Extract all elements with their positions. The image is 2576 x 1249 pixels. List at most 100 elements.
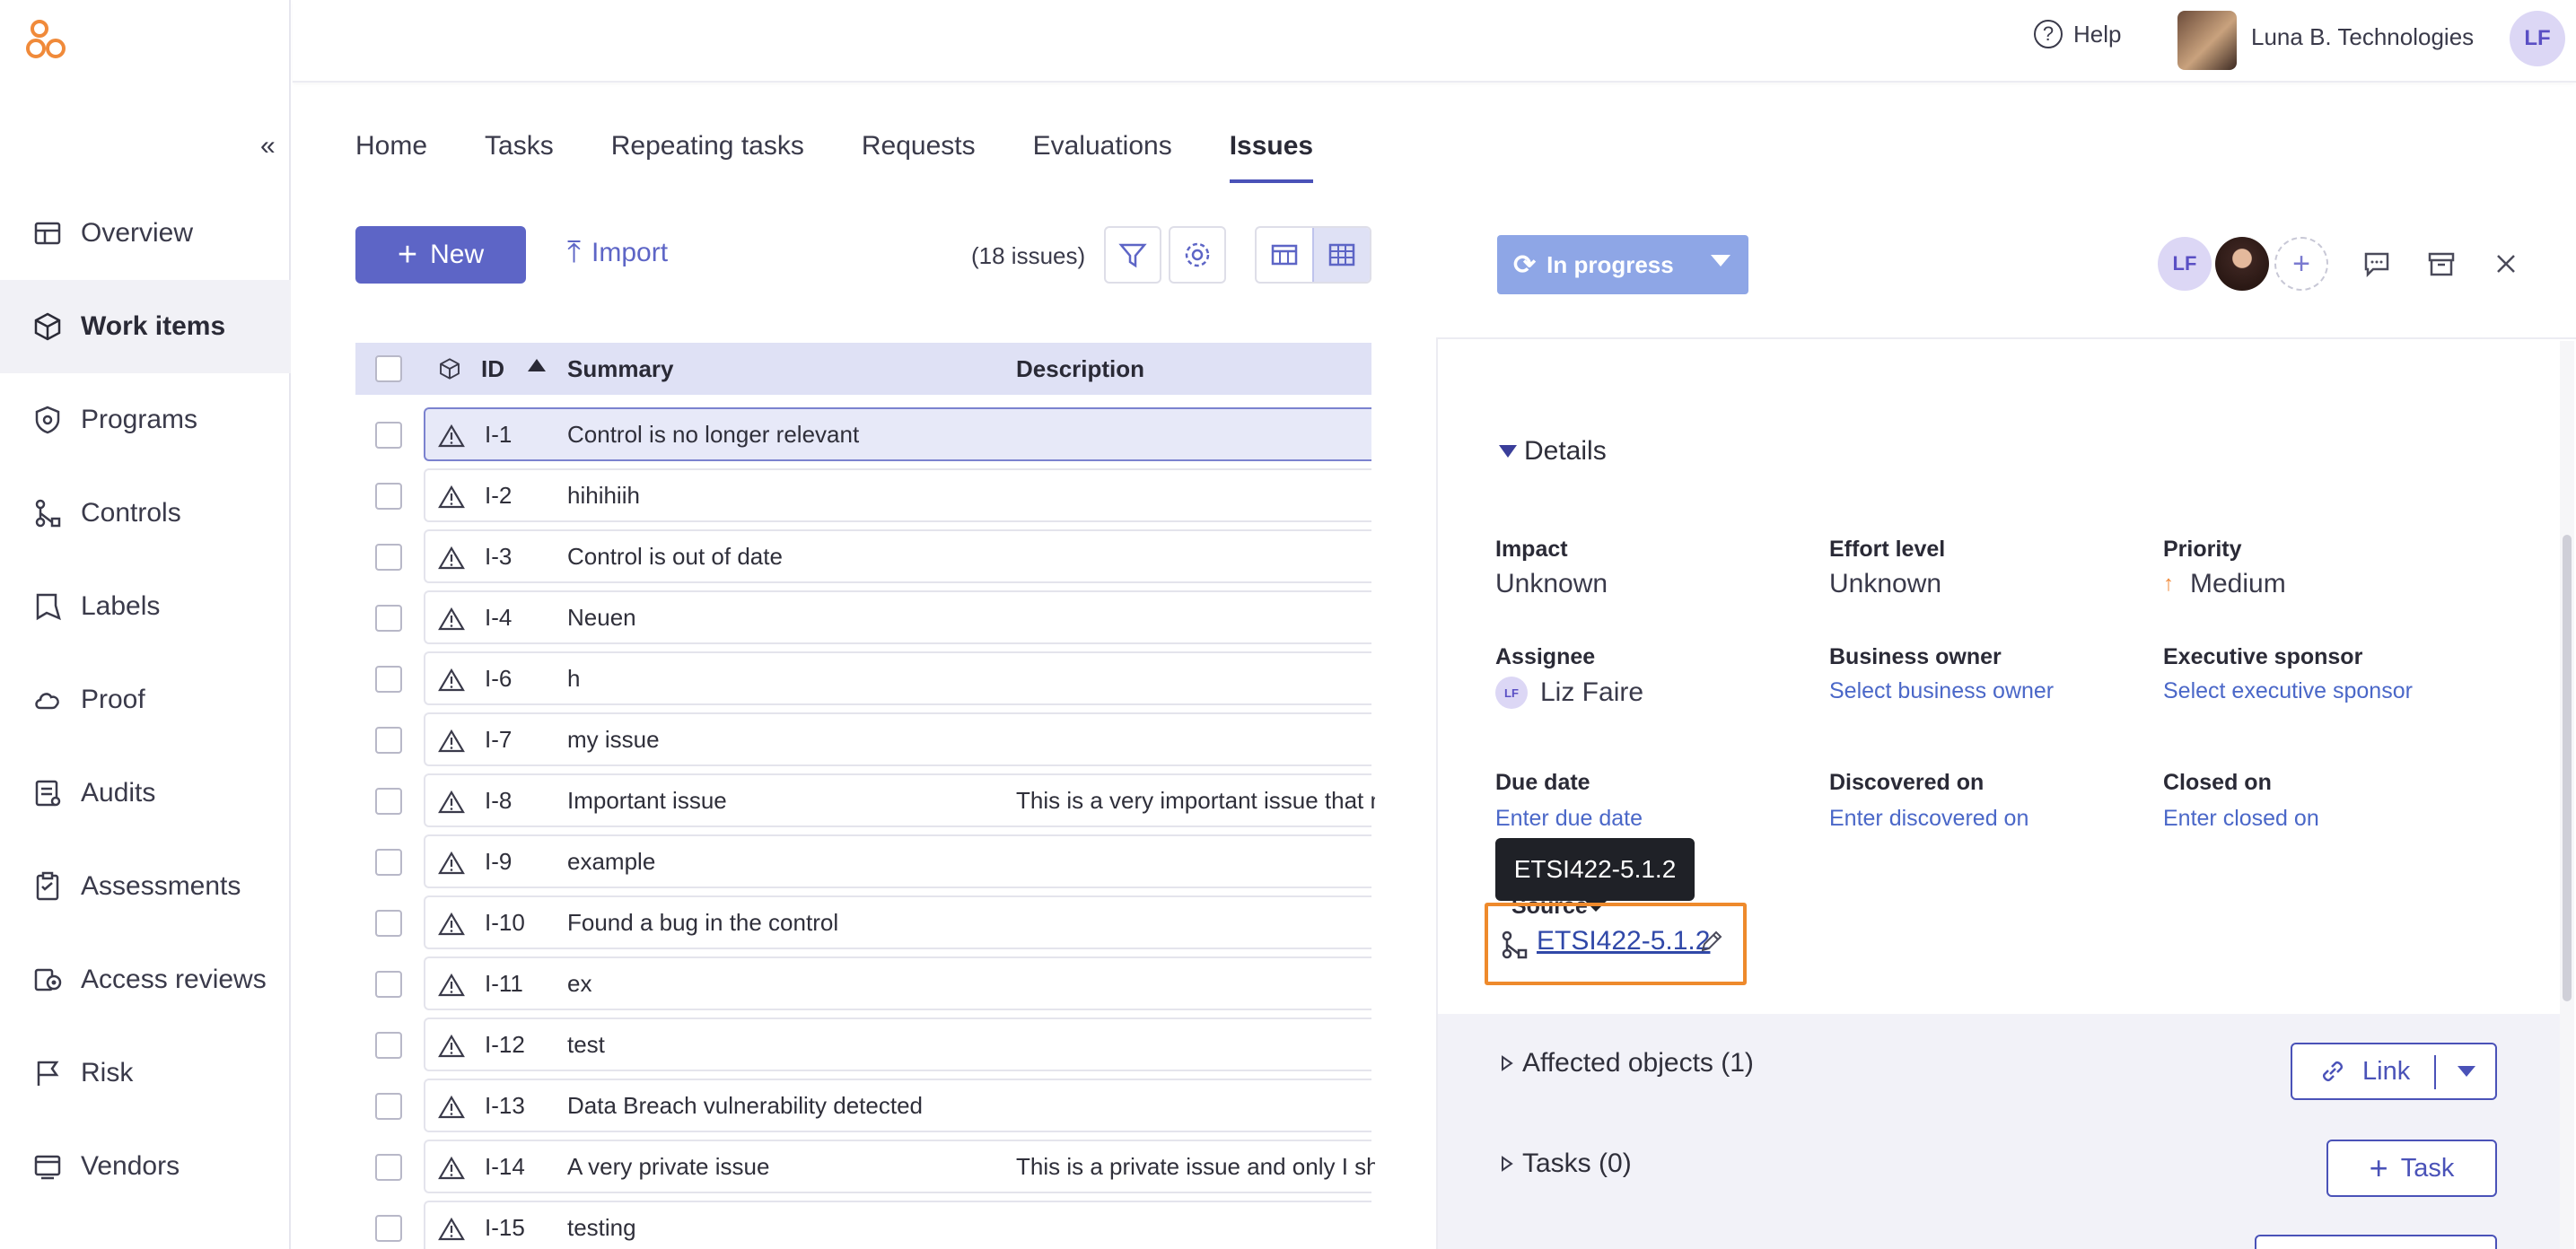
issue-row-card[interactable]: I-4 Neuen xyxy=(424,590,1371,644)
collapse-sidebar-icon[interactable]: « xyxy=(260,131,276,162)
impact-value[interactable]: Unknown xyxy=(1495,569,1608,599)
tab-issues[interactable]: Issues xyxy=(1229,131,1314,183)
sidebar-item-assessments[interactable]: Assessments xyxy=(0,840,291,933)
sidebar-item-work-items[interactable]: Work items xyxy=(0,280,291,373)
issue-row-card[interactable]: I-8 Important issue This is a very importa… xyxy=(424,773,1375,827)
link-button[interactable]: Link xyxy=(2291,1043,2497,1100)
row-checkbox[interactable] xyxy=(375,483,402,510)
sidebar-item-vendors[interactable]: Vendors xyxy=(0,1120,291,1213)
help-button[interactable]: ? Help xyxy=(2034,20,2121,48)
board-view-button[interactable] xyxy=(1257,228,1312,282)
tab-evaluations[interactable]: Evaluations xyxy=(1033,131,1172,181)
sidebar-item-overview[interactable]: Overview xyxy=(0,187,291,280)
row-checkbox[interactable] xyxy=(375,605,402,632)
select-all-checkbox[interactable] xyxy=(375,355,402,382)
status-dropdown[interactable]: ⟳ In progress xyxy=(1497,235,1748,294)
issue-row-card[interactable]: I-12 test xyxy=(424,1018,1371,1071)
assignee-value[interactable]: LF Liz Faire xyxy=(1495,677,1643,709)
row-checkbox[interactable] xyxy=(375,1032,402,1059)
comment-icon[interactable] xyxy=(2361,248,2393,280)
org-name[interactable]: Luna B. Technologies xyxy=(2251,23,2474,51)
org-avatar[interactable] xyxy=(2177,11,2237,70)
table-row[interactable]: I-14 A very private issue This is a privat… xyxy=(355,1136,1375,1197)
summary-column-header[interactable]: Summary xyxy=(567,355,674,383)
issue-row-card[interactable]: I-15 testing xyxy=(424,1201,1371,1249)
issue-row-card[interactable]: I-14 A very private issue This is a privat… xyxy=(424,1140,1375,1193)
select-executive-sponsor-link[interactable]: Select executive sponsor xyxy=(2163,678,2413,704)
sidebar-item-controls[interactable]: Controls xyxy=(0,467,291,560)
enter-due-date-link[interactable]: Enter due date xyxy=(1495,806,1643,832)
table-view-button[interactable] xyxy=(1312,228,1370,282)
table-row[interactable]: I-12 test xyxy=(355,1014,1371,1075)
tab-repeating-tasks[interactable]: Repeating tasks xyxy=(611,131,804,181)
row-checkbox[interactable] xyxy=(375,727,402,754)
user-avatar[interactable]: LF xyxy=(2510,11,2565,66)
detail-scrollbar[interactable] xyxy=(2560,341,2574,1249)
add-follower-button[interactable]: + xyxy=(2274,237,2328,291)
issue-row-card[interactable]: I-10 Found a bug in the control xyxy=(424,895,1371,949)
table-row[interactable]: I-7 my issue xyxy=(355,709,1371,770)
row-checkbox[interactable] xyxy=(375,849,402,876)
source-link[interactable]: ETSI422-5.1.2 xyxy=(1537,926,1710,956)
edit-pencil-icon[interactable] xyxy=(1698,928,1725,955)
issue-row-card[interactable]: I-2 hihihiih xyxy=(424,468,1371,522)
table-row[interactable]: I-8 Important issue This is a very importa… xyxy=(355,770,1375,831)
enter-closed-on-link[interactable]: Enter closed on xyxy=(2163,806,2319,832)
details-section-toggle[interactable]: Details xyxy=(1499,436,1607,467)
priority-value[interactable]: ↑ Medium xyxy=(2163,569,2286,599)
import-button[interactable]: ⤒ Import xyxy=(567,235,668,270)
table-row[interactable]: I-3 Control is out of date xyxy=(355,526,1371,587)
row-checkbox[interactable] xyxy=(375,544,402,571)
issue-row-card[interactable]: I-11 ex xyxy=(424,956,1371,1010)
sidebar-item-audits[interactable]: Audits xyxy=(0,747,291,840)
tab-tasks[interactable]: Tasks xyxy=(485,131,554,181)
enter-discovered-on-link[interactable]: Enter discovered on xyxy=(1829,806,2028,832)
sidebar-item-programs[interactable]: Programs xyxy=(0,373,291,467)
select-business-owner-link[interactable]: Select business owner xyxy=(1829,678,2054,704)
issue-row-card[interactable]: I-13 Data Breach vulnerability detected xyxy=(424,1079,1371,1132)
add-task-button[interactable]: + Task xyxy=(2326,1140,2497,1197)
sidebar-item-access-reviews[interactable]: Access reviews xyxy=(0,933,291,1026)
new-issue-button[interactable]: + New xyxy=(355,226,526,284)
sort-ascending-icon[interactable] xyxy=(528,359,546,371)
row-checkbox[interactable] xyxy=(375,1093,402,1120)
close-icon[interactable] xyxy=(2490,248,2522,280)
id-column-header[interactable]: ID xyxy=(481,355,504,383)
issue-row-card[interactable]: I-1 Control is no longer relevant xyxy=(424,407,1371,461)
row-checkbox[interactable] xyxy=(375,1215,402,1242)
partially-visible-button[interactable] xyxy=(2255,1235,2497,1249)
table-row[interactable]: I-4 Neuen xyxy=(355,587,1371,648)
row-checkbox[interactable] xyxy=(375,910,402,937)
table-row[interactable]: I-15 testing xyxy=(355,1197,1371,1249)
settings-button[interactable] xyxy=(1169,226,1226,284)
row-checkbox[interactable] xyxy=(375,1154,402,1181)
app-logo[interactable] xyxy=(25,18,72,65)
table-row[interactable]: I-13 Data Breach vulnerability detected xyxy=(355,1075,1371,1136)
sidebar-item-proof[interactable]: Proof xyxy=(0,653,291,747)
scrollbar-thumb[interactable] xyxy=(2563,535,2572,1001)
issue-row-card[interactable]: I-7 my issue xyxy=(424,712,1371,766)
tab-requests[interactable]: Requests xyxy=(862,131,976,181)
sidebar-item-risk[interactable]: Risk xyxy=(0,1026,291,1120)
row-checkbox[interactable] xyxy=(375,788,402,815)
row-checkbox[interactable] xyxy=(375,422,402,449)
effort-value[interactable]: Unknown xyxy=(1829,569,1941,599)
archive-icon[interactable] xyxy=(2425,248,2458,280)
table-row[interactable]: I-2 hihihiih xyxy=(355,465,1371,526)
tasks-toggle[interactable]: Tasks (0) xyxy=(1501,1149,1632,1179)
tab-home[interactable]: Home xyxy=(355,131,427,181)
row-checkbox[interactable] xyxy=(375,971,402,998)
assignee-avatar[interactable]: LF xyxy=(2158,237,2212,291)
affected-objects-toggle[interactable]: Affected objects (1) xyxy=(1501,1048,1754,1079)
issue-row-card[interactable]: I-9 example xyxy=(424,834,1371,888)
table-row[interactable]: I-10 Found a bug in the control xyxy=(355,892,1371,953)
sidebar-item-labels[interactable]: Labels xyxy=(0,560,291,653)
table-row[interactable]: I-1 Control is no longer relevant xyxy=(355,404,1371,465)
table-row[interactable]: I-11 ex xyxy=(355,953,1371,1014)
table-row[interactable]: I-9 example xyxy=(355,831,1371,892)
table-row[interactable]: I-6 h xyxy=(355,648,1371,709)
filter-button[interactable] xyxy=(1104,226,1161,284)
row-checkbox[interactable] xyxy=(375,666,402,693)
issue-row-card[interactable]: I-6 h xyxy=(424,651,1371,705)
description-column-header[interactable]: Description xyxy=(1016,355,1144,383)
